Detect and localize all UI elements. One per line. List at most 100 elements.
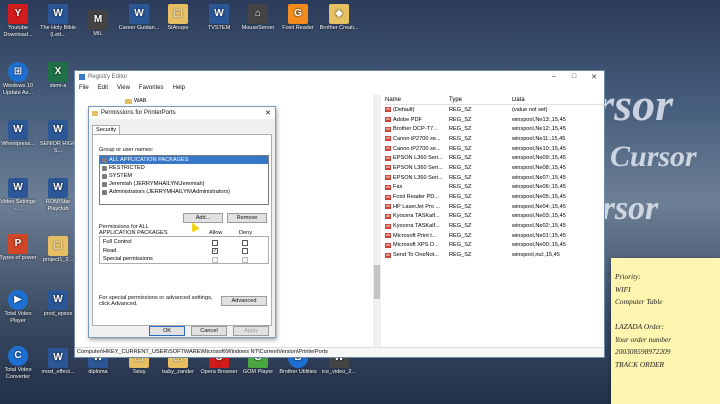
table-row[interactable]: ab Brother DCP-T7... REG_SZ winspool,Ne12:,… (385, 124, 605, 134)
dialog-title: Permissions for PrinterPorts (101, 110, 176, 116)
remove-button[interactable]: Remove (227, 213, 267, 223)
desktop-icon[interactable]: W Video Settings -... (0, 178, 39, 212)
close-icon[interactable]: ✕ (261, 109, 275, 117)
desktop-icon-label: baby_zander (162, 369, 194, 375)
value-name: ab Microsoft XPS D... (385, 242, 449, 248)
desktop-icon[interactable]: ▶ Total Video Player (0, 290, 39, 324)
cancel-button[interactable]: Cancel (191, 326, 227, 336)
desktop-icon[interactable]: Xstem-a (37, 62, 79, 90)
user-item[interactable]: Administrators (JERRYMHAILYN\Administrat… (100, 188, 268, 196)
desktop-icon[interactable]: W SENIOR HIGH S... (37, 120, 79, 154)
table-row[interactable]: ab Canon iP2700 se... REG_SZ winspool,Ne10:… (385, 144, 605, 154)
table-row[interactable]: ab Send To OneNot... REG_SZ winspool,nul:,1… (385, 250, 605, 260)
desktop-icon-label: Total Video Converter (4, 367, 32, 380)
ok-button[interactable]: OK (149, 326, 185, 336)
string-value-icon: ab (385, 213, 391, 219)
desktop-icon[interactable]: Y Youtube Download... (0, 4, 39, 38)
value-name: ab HP LaserJet Pro ... (385, 204, 449, 210)
menu-file[interactable]: File (79, 85, 89, 91)
user-list[interactable]: ALL APPLICATION PACKAGES RESTRICTED SYSTEM… (99, 155, 269, 205)
desktop-icon-label: Total Video Player (4, 311, 32, 324)
value-name: ab Canon iP2700 se... (385, 146, 449, 152)
dark-file-icon: M (88, 10, 108, 30)
deny-checkbox[interactable] (242, 248, 248, 254)
user-item[interactable]: Jeremiah (JERRYMHAILYN\Jeremiah) (100, 180, 268, 188)
value-name-text: EPSON L360 Seri... (393, 174, 443, 181)
list-rows: ab (Default) REG_SZ (value not set) ab Adobe … (385, 105, 605, 260)
menu-help[interactable]: Help (173, 85, 185, 91)
value-type: REG_SZ (449, 145, 472, 152)
allow-checkbox[interactable] (212, 239, 218, 246)
table-row[interactable]: ab EPSON L360 Seri... REG_SZ winspool,Ne09:… (385, 153, 605, 163)
folder-icon (125, 98, 132, 104)
folder-file-icon: ▢ (48, 236, 68, 256)
table-row[interactable]: ab Kyocera TASKalf... REG_SZ winspool,Ne02:… (385, 221, 605, 231)
menu-view[interactable]: View (117, 85, 130, 91)
user-item-label: SYSTEM (109, 173, 133, 179)
table-row[interactable]: ab EPSON L360 Seri... REG_SZ winspool,Ne08:… (385, 163, 605, 173)
value-name-text: Foxit Reader PD... (393, 194, 440, 201)
desktop-icon-label: StAnupe (167, 25, 189, 31)
word-file-icon: W (129, 4, 149, 24)
regedit-app-icon (79, 74, 85, 80)
table-row[interactable]: ab Kyocera TASKalf... REG_SZ winspool,Ne03:… (385, 212, 605, 222)
close-icon[interactable]: ✕ (584, 73, 604, 81)
scrollbar-thumb[interactable] (374, 265, 380, 299)
user-item[interactable]: SYSTEM (100, 172, 268, 180)
table-row[interactable]: ab Canon iP2700 se... REG_SZ winspool,Ne11:… (385, 134, 605, 144)
desktop-icon[interactable]: ▢ project1_2... (37, 236, 79, 264)
deny-checkbox[interactable] (242, 256, 248, 263)
desktop-icon[interactable]: W Whenipress... (0, 120, 39, 148)
table-row[interactable]: ab Adobe PDF REG_SZ winspool,Ne13:,15,45 (385, 115, 605, 125)
tree-scrollbar[interactable] (373, 95, 381, 349)
value-data: winspool,Ne08:,15,45 (512, 164, 566, 171)
table-row[interactable]: ab EPSON L360 Seri... REG_SZ winspool,Ne07:… (385, 173, 605, 183)
string-value-icon: ab (385, 233, 391, 239)
sticky-note[interactable]: Priority: WIFI Computer Table LAZADA Order:… (611, 258, 720, 404)
table-row[interactable]: ab Fax REG_SZ winspool,Ne06:,15,45 (385, 183, 605, 193)
desktop-icon[interactable]: ◆ Brother Creati... (318, 4, 360, 32)
table-row[interactable]: ab Foxit Reader PD... REG_SZ winspool,Ne05:… (385, 192, 605, 202)
user-item-label: ALL APPLICATION PACKAGES (109, 157, 189, 163)
table-row[interactable]: ab HP LaserJet Pro ... REG_SZ winspool,Ne04… (385, 202, 605, 212)
advanced-button[interactable]: Advanced (221, 296, 267, 306)
string-value-icon: ab (385, 146, 391, 152)
value-name: ab EPSON L360 Seri... (385, 165, 449, 171)
column-data[interactable]: Data (512, 97, 602, 103)
desktop-icon[interactable]: M MIL (77, 10, 119, 38)
table-row[interactable]: ab Microsoft XPS D... REG_SZ winspool,Ne00:… (385, 241, 605, 251)
column-type[interactable]: Type (449, 97, 512, 103)
desktop-icon[interactable]: ⊞ Windows 10 Update As... (0, 62, 39, 96)
table-row[interactable]: ab (Default) REG_SZ (value not set) (385, 105, 605, 115)
add-button[interactable]: Add... (183, 213, 223, 223)
value-data: winspool,Ne03:,15,45 (512, 213, 566, 220)
table-row[interactable]: ab Microsoft Print t... REG_SZ winspool,Ne0… (385, 231, 605, 241)
desktop-icon[interactable]: W The Holy Bible (Lett... (37, 4, 79, 38)
desktop-icon-label: Brother Creati... (319, 25, 359, 31)
minimize-icon[interactable]: – (544, 73, 564, 81)
desktop-watermark-2: Cursor (610, 140, 697, 173)
desktop-icon[interactable]: C Total Video Converter (0, 346, 39, 380)
desktop-icon[interactable]: Wmost_effect... (37, 348, 79, 376)
string-value-icon: ab (385, 155, 391, 161)
desktop-icon-label: Whenipress... (1, 141, 35, 147)
column-name[interactable]: Name (385, 97, 449, 103)
desktop-icon[interactable]: G Foxit Reader (277, 4, 319, 32)
desktop-icon[interactable]: ▢ StAnupe (157, 4, 199, 32)
desktop-icon[interactable]: W Career Guidan... (118, 4, 160, 32)
desktop-icon[interactable]: W TVSTEM (198, 4, 240, 32)
allow-checkbox[interactable]: ✓ (212, 248, 218, 254)
tree-item-wab[interactable]: WAB (125, 98, 147, 104)
desktop-icon[interactable]: P Types of power (0, 234, 39, 262)
user-item[interactable]: RESTRICTED (100, 164, 268, 172)
desktop-icon[interactable]: ⌂ MouseServer (237, 4, 279, 32)
apply-button[interactable]: Apply (233, 326, 269, 336)
menu-edit[interactable]: Edit (98, 85, 108, 91)
allow-checkbox[interactable] (212, 256, 218, 263)
desktop-icon[interactable]: W ROM/Star Playclub (37, 178, 79, 212)
maximize-icon[interactable]: □ (564, 73, 584, 81)
user-item[interactable]: ALL APPLICATION PACKAGES (100, 156, 268, 164)
menu-favorites[interactable]: Favorites (139, 85, 164, 91)
deny-checkbox[interactable] (242, 239, 248, 246)
desktop-icon[interactable]: Wprod_epsos (37, 290, 79, 318)
